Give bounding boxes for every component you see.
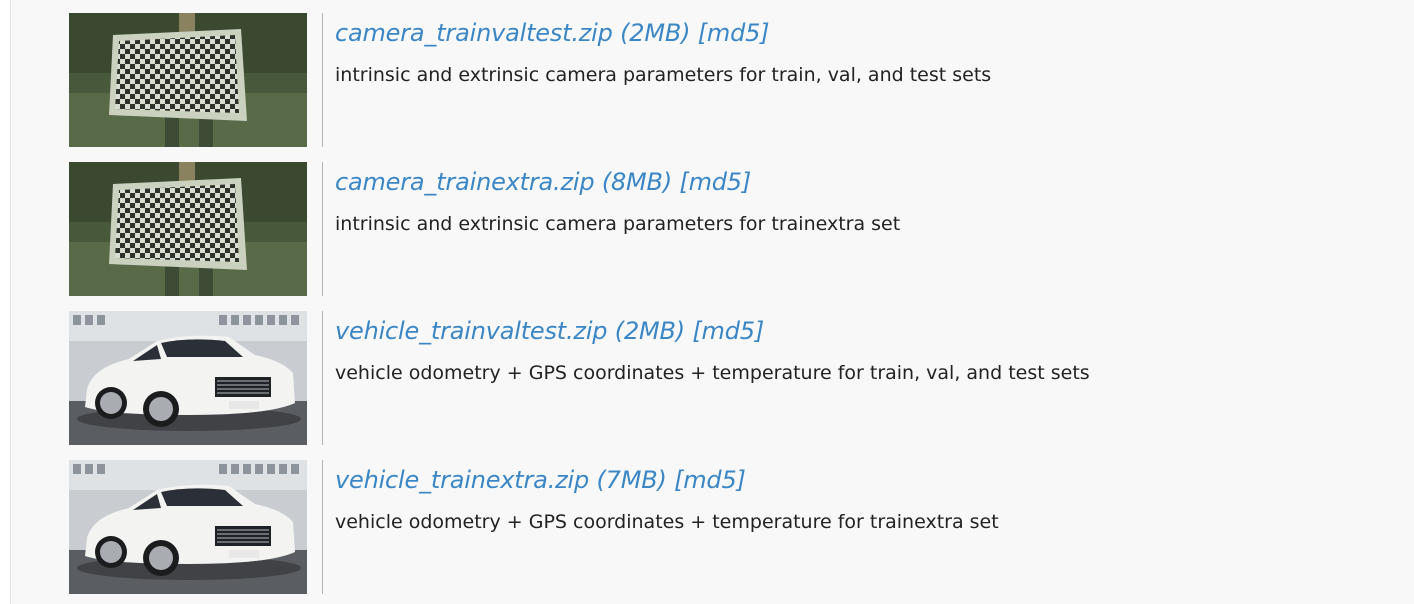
file-size[interactable]: (7MB)	[596, 466, 666, 494]
file-size[interactable]: (2MB)	[620, 19, 690, 47]
file-description: intrinsic and extrinsic camera parameter…	[335, 213, 901, 235]
download-link[interactable]: vehicle_trainextra.zip (7MB) [md5]	[335, 466, 746, 494]
file-size[interactable]: (2MB)	[615, 317, 685, 345]
download-row: camera_trainvaltest.zip (2MB) [md5] intr…	[69, 13, 1369, 147]
download-link[interactable]: vehicle_trainvaltest.zip (2MB) [md5]	[335, 317, 764, 345]
car-thumbnail[interactable]	[69, 460, 307, 594]
file-name-link[interactable]: camera_trainvaltest.zip	[335, 19, 613, 47]
download-row: camera_trainextra.zip (8MB) [md5] intrin…	[69, 162, 1369, 296]
row-divider	[322, 13, 323, 147]
download-link[interactable]: camera_trainextra.zip (8MB) [md5]	[335, 168, 751, 196]
download-row: vehicle_trainextra.zip (7MB) [md5] vehic…	[69, 460, 1369, 594]
file-name-link[interactable]: vehicle_trainextra.zip	[335, 466, 589, 494]
md5-link[interactable]: [md5]	[674, 466, 746, 494]
file-description: intrinsic and extrinsic camera parameter…	[335, 64, 992, 86]
file-name-link[interactable]: camera_trainextra.zip	[335, 168, 595, 196]
downloads-list: camera_trainvaltest.zip (2MB) [md5] intr…	[10, 0, 1414, 604]
file-description: vehicle odometry + GPS coordinates + tem…	[335, 362, 1090, 384]
checkerboard-thumbnail[interactable]	[69, 162, 307, 296]
download-link[interactable]: camera_trainvaltest.zip (2MB) [md5]	[335, 19, 770, 47]
file-name-link[interactable]: vehicle_trainvaltest.zip	[335, 317, 608, 345]
row-divider	[322, 311, 323, 445]
row-divider	[322, 460, 323, 594]
md5-link[interactable]: [md5]	[698, 19, 770, 47]
file-size[interactable]: (8MB)	[602, 168, 672, 196]
md5-link[interactable]: [md5]	[679, 168, 751, 196]
md5-link[interactable]: [md5]	[692, 317, 764, 345]
checkerboard-thumbnail[interactable]	[69, 13, 307, 147]
car-thumbnail[interactable]	[69, 311, 307, 445]
file-description: vehicle odometry + GPS coordinates + tem…	[335, 511, 999, 533]
row-divider	[322, 162, 323, 296]
download-row: vehicle_trainvaltest.zip (2MB) [md5] veh…	[69, 311, 1369, 445]
